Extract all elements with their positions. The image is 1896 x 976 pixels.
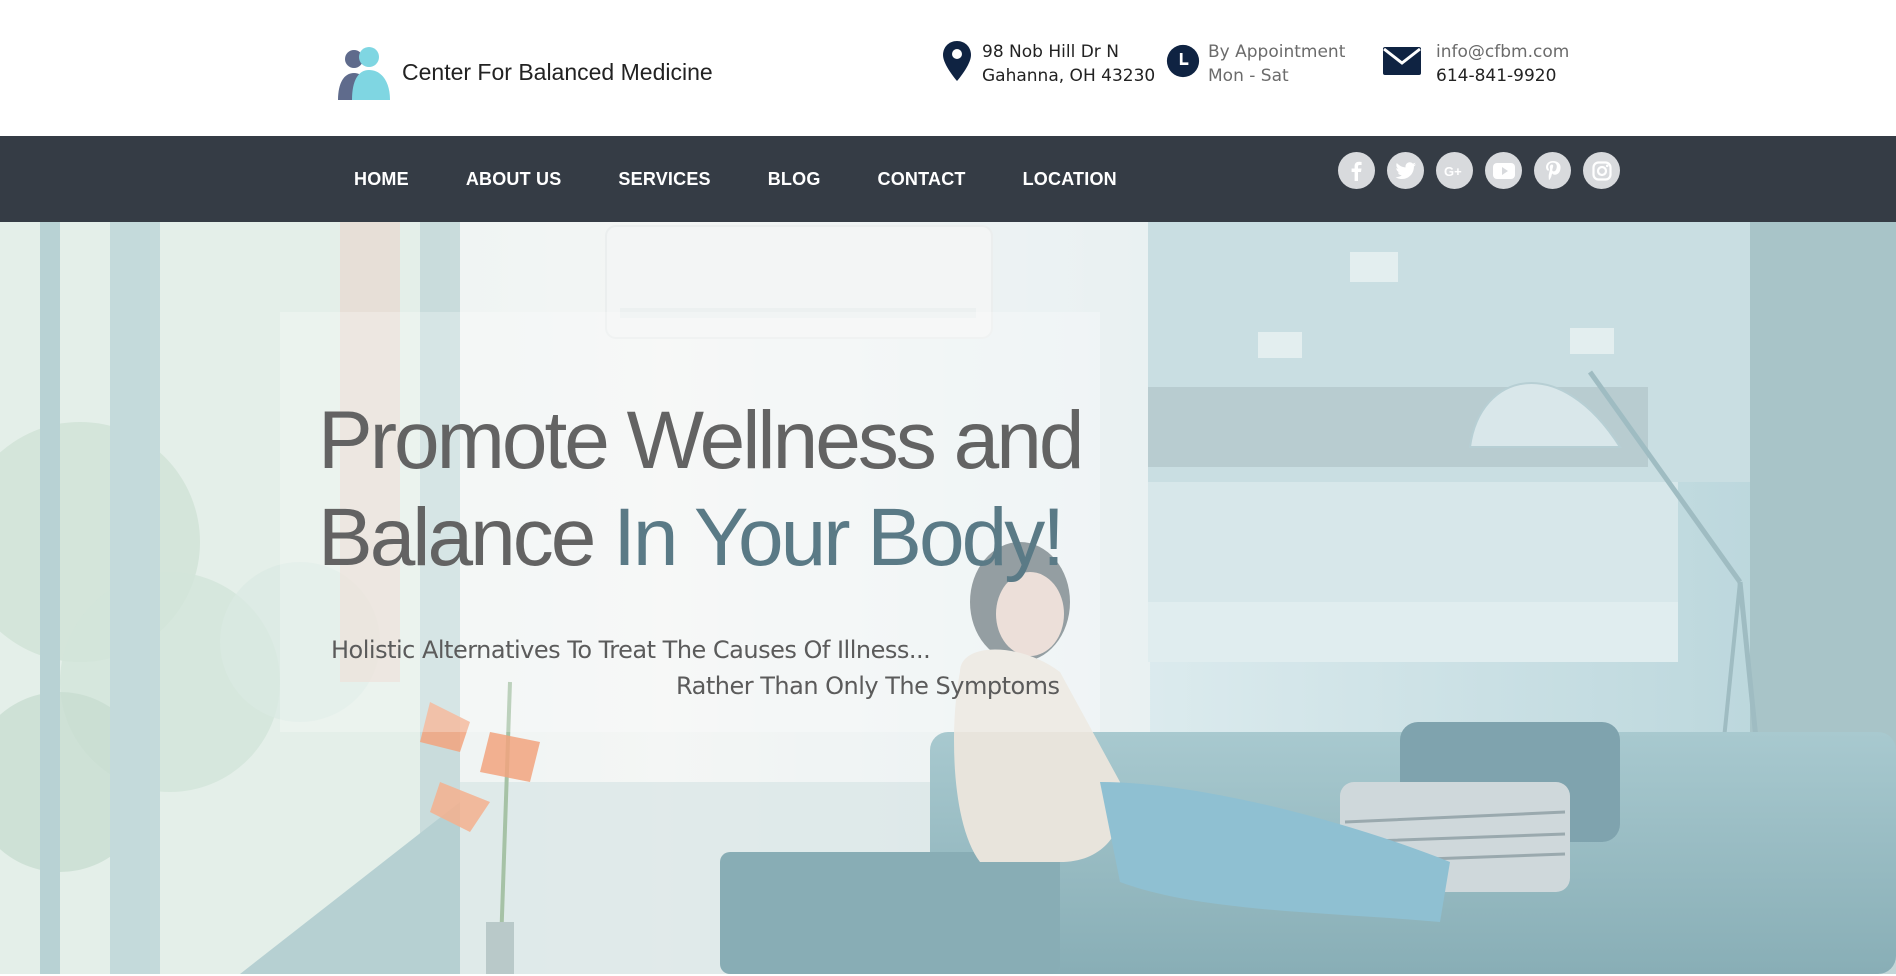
contact-email[interactable]: info@cfbm.com	[1436, 40, 1569, 64]
contact-phone[interactable]: 614-841-9920	[1436, 64, 1569, 88]
google-plus-icon[interactable]: G+	[1436, 152, 1473, 189]
nav-location[interactable]: LOCATION	[1023, 169, 1117, 190]
site-logo[interactable]: Center For Balanced Medicine	[334, 45, 713, 100]
hours-line-1: By Appointment	[1208, 42, 1346, 62]
facebook-icon[interactable]	[1338, 152, 1375, 189]
hero-headline-line-1: Promote Wellness and	[318, 395, 1084, 486]
hero-subline-1: Holistic Alternatives To Treat The Cause…	[331, 636, 931, 664]
nav-home[interactable]: HOME	[354, 169, 409, 190]
hero-section: Promote Wellness and Balance In Your Bod…	[0, 222, 1896, 974]
nav-about-us[interactable]: ABOUT US	[466, 169, 562, 190]
nav-contact[interactable]: CONTACT	[878, 169, 966, 190]
instagram-icon[interactable]	[1583, 152, 1620, 189]
youtube-icon[interactable]	[1485, 152, 1522, 189]
logo-text: Center For Balanced Medicine	[402, 59, 713, 85]
hero-subline-2: Rather Than Only The Symptoms	[676, 672, 1060, 700]
address-line-1: 98 Nob Hill Dr N	[982, 42, 1119, 62]
hero-headline-balance: Balance	[318, 492, 596, 583]
twitter-icon[interactable]	[1387, 152, 1424, 189]
pinterest-icon[interactable]	[1534, 152, 1571, 189]
hero-background-image	[0, 222, 1896, 974]
address-block: 98 Nob Hill Dr N Gahanna, OH 43230	[940, 40, 1155, 88]
contact-block: info@cfbm.com 614-841-9920	[1382, 40, 1569, 88]
envelope-icon	[1382, 40, 1422, 82]
social-links: G+	[1338, 152, 1632, 189]
nav-blog[interactable]: BLOG	[768, 169, 821, 190]
hero-headline: Promote Wellness and Balance In Your Bod…	[318, 392, 1084, 586]
main-nav: HOME ABOUT US SERVICES BLOG CONTACT LOCA…	[354, 136, 1174, 222]
svg-text:G+: G+	[1444, 164, 1462, 179]
address-line-2: Gahanna, OH 43230	[982, 66, 1156, 86]
map-pin-icon	[940, 40, 974, 82]
logo-people-icon	[334, 45, 392, 100]
nav-services[interactable]: SERVICES	[618, 169, 710, 190]
hero-headline-accent: In Your Body!	[613, 492, 1065, 583]
hours-line-2: Mon - Sat	[1208, 66, 1289, 86]
site-header: Center For Balanced Medicine 98 Nob Hill…	[0, 0, 1896, 136]
clock-icon	[1166, 40, 1200, 82]
hours-block: By Appointment Mon - Sat	[1166, 40, 1345, 88]
